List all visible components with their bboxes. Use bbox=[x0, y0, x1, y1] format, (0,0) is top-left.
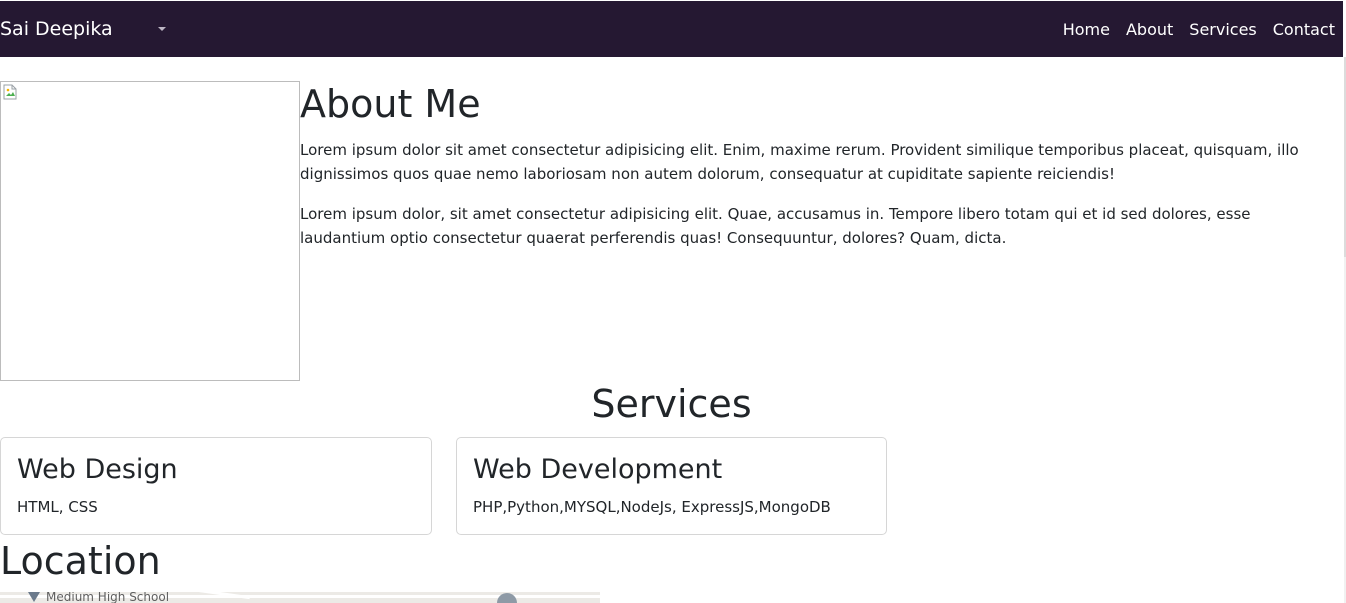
about-title: About Me bbox=[300, 82, 481, 126]
navbar: Sai Deepika Home About Services Contact bbox=[0, 1, 1343, 57]
services-title: Services bbox=[591, 382, 752, 426]
about-paragraph: Lorem ipsum dolor sit amet consectetur a… bbox=[300, 141, 1299, 183]
profile-image bbox=[0, 81, 300, 381]
broken-image-icon bbox=[3, 84, 17, 100]
card-title: Web Design bbox=[17, 454, 178, 485]
dropdown-caret-icon[interactable] bbox=[158, 27, 166, 31]
brand-link[interactable]: Sai Deepika bbox=[0, 18, 113, 40]
card-text: HTML, CSS bbox=[17, 498, 98, 516]
card-text: PHP,Python,MYSQL,NodeJs, ExpressJS,Mongo… bbox=[473, 498, 831, 516]
map-pin-icon[interactable] bbox=[28, 592, 40, 602]
map-embed[interactable]: Medium High School bbox=[0, 592, 600, 603]
location-title: Location bbox=[0, 539, 161, 583]
nav-link-home[interactable]: Home bbox=[1063, 20, 1110, 39]
nav-link-contact[interactable]: Contact bbox=[1273, 20, 1335, 39]
nav-links: Home About Services Contact bbox=[1063, 20, 1335, 39]
nav-link-about[interactable]: About bbox=[1126, 20, 1173, 39]
about-paragraph: Lorem ipsum dolor, sit amet consectetur … bbox=[300, 205, 1251, 247]
service-card-web-design: Web Design HTML, CSS bbox=[0, 437, 432, 535]
map-label: Medium High School bbox=[46, 592, 170, 603]
nav-link-services[interactable]: Services bbox=[1189, 20, 1256, 39]
page: Sai Deepika Home About Services Contact … bbox=[0, 0, 1346, 603]
service-card-web-development: Web Development PHP,Python,MYSQL,NodeJs,… bbox=[456, 437, 887, 535]
card-title: Web Development bbox=[473, 454, 723, 485]
